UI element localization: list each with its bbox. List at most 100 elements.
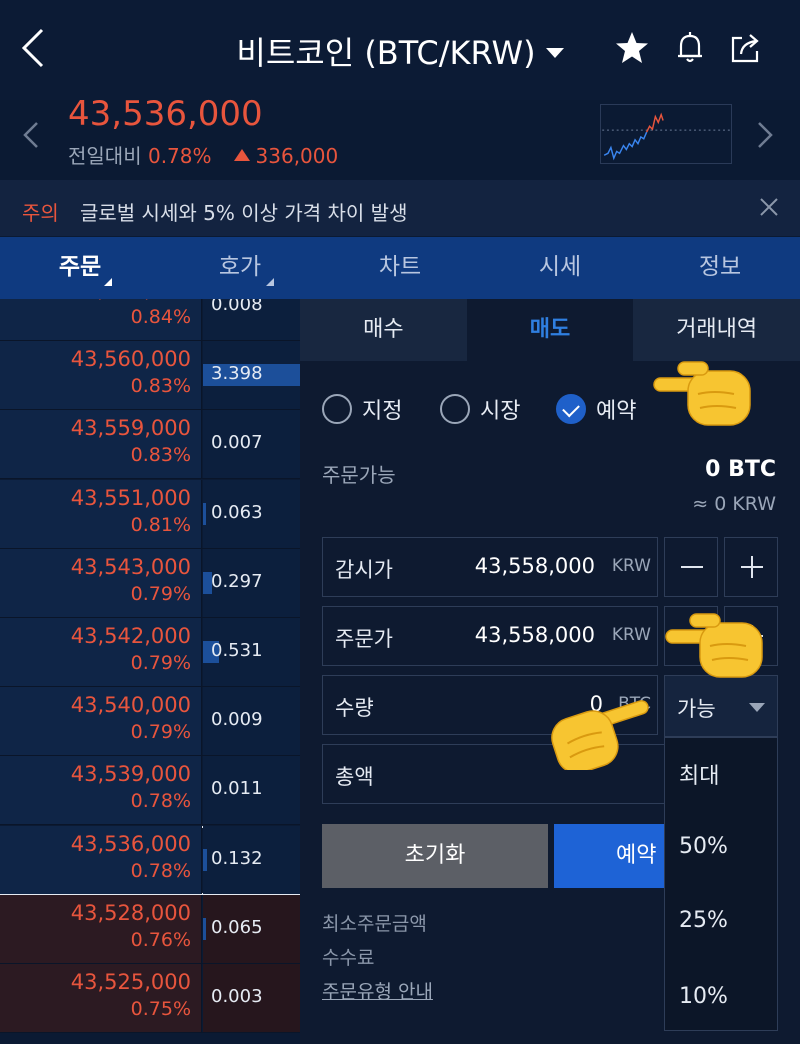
radio-unchecked-icon <box>322 394 352 424</box>
tab-info[interactable]: 정보 <box>640 237 800 299</box>
change-amount: 336,000 <box>255 144 339 168</box>
close-icon[interactable] <box>758 196 780 218</box>
orderbook-price: 43,528,000 <box>70 900 191 925</box>
orderbook-change-pct: 0.79% <box>130 582 191 605</box>
star-icon[interactable] <box>614 30 650 66</box>
chevron-down-icon <box>545 48 564 58</box>
order-side-tabs: 매수 매도 거래내역 <box>300 299 800 361</box>
option-max[interactable]: 최대 <box>679 758 719 790</box>
pointing-hand-icon <box>665 613 763 678</box>
orderbook-row[interactable]: 43,542,000 0.79% 0.531 <box>0 618 300 687</box>
watch-price-plus-button[interactable] <box>724 537 778 597</box>
orderbook-row[interactable]: 43,540,000 0.79% 0.009 <box>0 687 300 757</box>
bell-icon[interactable] <box>672 30 708 66</box>
orderbook-row[interactable]: 43,559,000 0.83% 0.007 <box>0 410 300 480</box>
orderbook-row[interactable]: 43,560,000 0.83% 3.398 <box>0 341 300 411</box>
change-percent: 0.78% <box>147 144 212 168</box>
orderbook-qty-cell: 0.063 <box>203 479 300 548</box>
change-label: 전일대비 <box>68 144 142 168</box>
orderbook-change-pct: 0.83% <box>130 375 191 398</box>
radio-reserve-label: 예약 <box>596 399 637 424</box>
orderbook-row-current[interactable]: 43,536,000 0.78% 0.132 <box>0 825 300 895</box>
orderbook-qty-cell: 0.531 <box>203 618 300 686</box>
orderbook-change-pct: 0.81% <box>130 513 191 536</box>
tab-buy[interactable]: 매수 <box>300 299 467 361</box>
order-type-guide-link[interactable]: 주문유형 안내 <box>322 977 433 1004</box>
share-icon[interactable] <box>728 30 764 66</box>
orderbook-price-cell: 43,528,000 0.76% <box>0 894 202 963</box>
watch-price-minus-button[interactable] <box>664 537 718 597</box>
orderbook-price-cell: 43,543,000 0.79% <box>0 548 202 617</box>
tab-orderbook-label: 호가 <box>218 254 262 280</box>
radio-reserve[interactable]: 예약 <box>556 391 636 427</box>
orderbook-price-cell: 43,551,000 0.81% <box>0 479 202 548</box>
orderbook-qty: 0.065 <box>211 916 263 938</box>
orderbook-qty: 0.011 <box>211 778 263 800</box>
orderbook-qty-cell: 0.065 <box>203 894 300 963</box>
orderbook-row[interactable]: 43,565,000 0.84% 0.008 <box>0 299 300 341</box>
quantity-percent-menu: 최대 50% 25% 10% <box>664 737 778 1031</box>
mini-price-chart[interactable] <box>600 104 732 164</box>
chevron-right-icon[interactable] <box>756 120 774 150</box>
orderbook-price-cell: 43,560,000 0.83% <box>0 341 202 410</box>
orderbook-price: 43,536,000 <box>70 831 191 856</box>
tab-history[interactable]: 거래내역 <box>633 299 800 361</box>
orderbook-row[interactable]: 43,525,000 0.75% 0.003 <box>0 964 300 1033</box>
watch-price-field[interactable]: 감시가 43,558,000 KRW <box>322 537 658 597</box>
orderbook-price: 43,565,000 <box>71 299 191 302</box>
chevron-left-icon[interactable] <box>22 120 40 150</box>
watch-price-label: 감시가 <box>335 558 393 582</box>
orderbook-price-cell: 43,539,000 0.78% <box>0 756 202 825</box>
app-header: 비트코인 (BTC/KRW) <box>0 0 800 100</box>
orderbook-row[interactable]: 43,551,000 0.81% 0.063 <box>0 479 300 549</box>
tab-quotes[interactable]: 시세 <box>480 237 640 299</box>
orderbook-price: 43,540,000 <box>70 693 191 718</box>
orderbook-price-cell: 43,540,000 0.79% <box>0 687 202 756</box>
notice-tag: 주의 <box>22 201 59 225</box>
orderbook-row[interactable]: 43,539,000 0.78% 0.011 <box>0 756 300 826</box>
current-price: 43,536,000 <box>68 94 263 134</box>
plus-icon-stroke <box>751 556 753 578</box>
quantity-percent-select[interactable]: 가능 <box>664 675 778 737</box>
orderbook-qty: 0.007 <box>211 432 263 454</box>
orderbook-qty: 0.003 <box>211 986 263 1007</box>
main-tabs: 주문 호가 차트 시세 정보 <box>0 237 800 299</box>
orderbook-price: 43,525,000 <box>70 970 191 994</box>
tab-chart[interactable]: 차트 <box>320 237 480 299</box>
option-10[interactable]: 10% <box>679 984 728 1009</box>
tab-orderbook[interactable]: 호가 <box>160 237 320 299</box>
quantity-label: 수량 <box>335 696 374 720</box>
watch-price-unit: KRW <box>611 556 651 576</box>
order-price-field[interactable]: 주문가 43,558,000 KRW <box>322 606 658 666</box>
price-gap-notice: 주의 글로벌 시세와 5% 이상 가격 차이 발생 <box>0 180 800 236</box>
option-50[interactable]: 50% <box>679 834 728 859</box>
orderbook-qty: 3.398 <box>211 363 263 385</box>
radio-market-label: 시장 <box>480 399 521 424</box>
option-25[interactable]: 25% <box>679 908 728 933</box>
orderbook-change-pct: 0.79% <box>130 721 191 744</box>
tab-sell[interactable]: 매도 <box>466 299 634 361</box>
orderbook-row[interactable]: 43,528,000 0.76% 0.065 <box>0 894 300 964</box>
orderbook-row[interactable]: 43,543,000 0.79% 0.297 <box>0 548 300 618</box>
orderbook-qty-cell: 0.009 <box>203 687 300 756</box>
quantity-percent-value: 가능 <box>677 697 716 721</box>
orderbook-price: 43,542,000 <box>70 624 191 648</box>
tab-order[interactable]: 주문 <box>0 237 160 299</box>
orderbook-qty: 0.008 <box>211 299 263 315</box>
radio-market[interactable]: 시장 <box>440 391 520 427</box>
orderbook-change-pct: 0.78% <box>130 790 191 813</box>
orderbook-change-pct: 0.75% <box>130 998 191 1020</box>
radio-limit[interactable]: 지정 <box>322 391 402 427</box>
available-krw: ≈ 0 KRW <box>692 493 776 515</box>
orderbook-qty-cell: 0.297 <box>203 548 300 617</box>
reset-button[interactable]: 초기화 <box>322 824 548 888</box>
pointing-hand-icon <box>653 361 751 426</box>
orderbook-volume-bar <box>203 917 206 940</box>
orderbook-qty-cell: 0.003 <box>203 964 300 1032</box>
corner-indicator-icon <box>104 278 112 286</box>
orderbook-change-pct: 0.83% <box>130 444 191 467</box>
total-label: 총액 <box>335 765 374 789</box>
orderbook-volume-bar <box>203 502 206 525</box>
tab-info-label: 정보 <box>698 254 742 280</box>
orderbook-qty: 0.132 <box>211 847 263 869</box>
